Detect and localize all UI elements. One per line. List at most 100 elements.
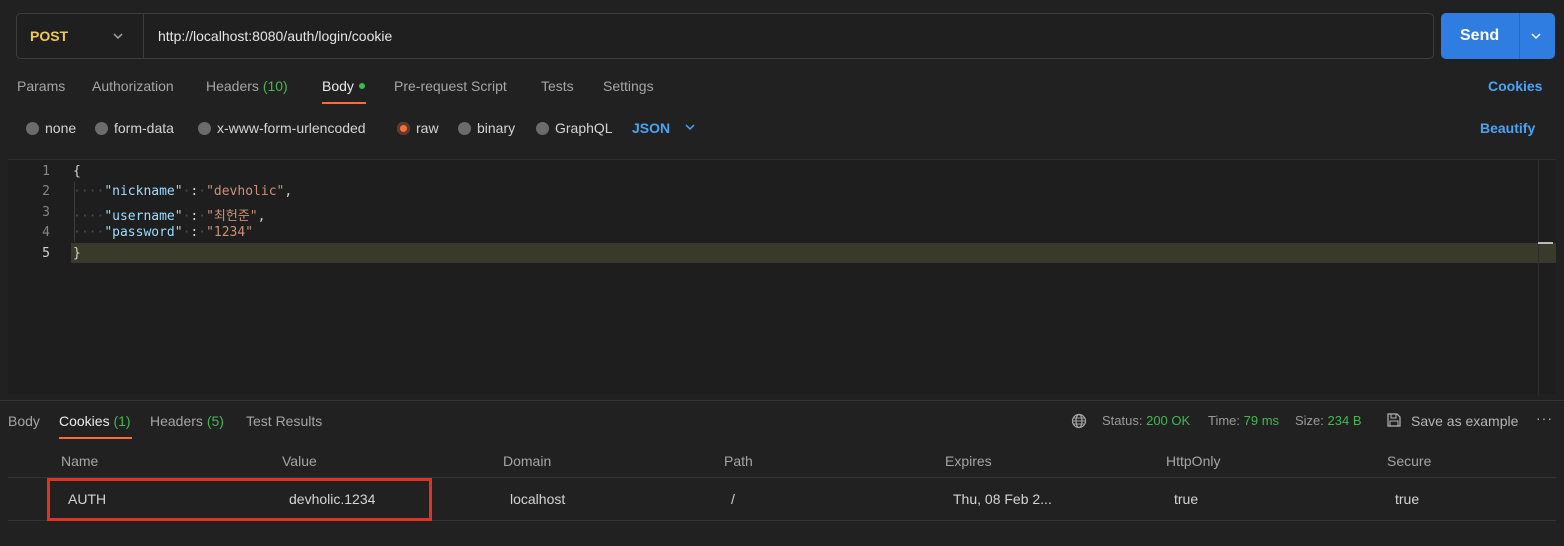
scrollbar-marker xyxy=(1538,242,1553,244)
code-line: ····"username"·:·"최헌준", xyxy=(73,209,266,224)
radio-form-data-label: form-data xyxy=(114,120,174,136)
radio-none[interactable]: none xyxy=(26,120,76,136)
save-as-example-button[interactable]: Save as example xyxy=(1411,413,1518,429)
radio-urlencoded[interactable]: x-www-form-urlencoded xyxy=(198,120,366,136)
tab-authorization[interactable]: Authorization xyxy=(92,78,174,94)
radio-urlencoded-label: x-www-form-urlencoded xyxy=(217,120,366,136)
method-select[interactable]: POST xyxy=(17,14,144,58)
json-key: "password" xyxy=(104,225,183,240)
method-label: POST xyxy=(30,28,69,44)
radio-selected-icon xyxy=(397,121,410,135)
size-value: 234 B xyxy=(1327,413,1362,428)
json-value: "1234" xyxy=(206,225,254,240)
status-value: 200 OK xyxy=(1146,413,1191,428)
json-key: "username" xyxy=(104,209,183,224)
response-tab-test-results[interactable]: Test Results xyxy=(246,413,322,429)
response-tab-headers-label: Headers xyxy=(150,413,203,429)
open-brace: { xyxy=(73,164,81,179)
status-info[interactable]: Status: 200 OK xyxy=(1102,413,1190,428)
tab-headers-count: (10) xyxy=(262,78,288,94)
radio-circle-icon xyxy=(95,121,108,135)
line-number: 1 xyxy=(42,164,50,179)
more-options-icon[interactable]: ··· xyxy=(1536,410,1553,426)
time-info[interactable]: Time: 79 ms xyxy=(1208,413,1279,428)
radio-circle-icon xyxy=(458,121,471,135)
json-value: "devholic" xyxy=(206,184,285,199)
response-tab-cookies[interactable]: Cookies (1) xyxy=(59,413,131,429)
json-key: "nickname" xyxy=(104,184,183,199)
code-line: ····"nickname"·:·"devholic", xyxy=(73,184,293,199)
time-label: Time: xyxy=(1208,413,1241,428)
url-input[interactable]: http://localhost:8080/auth/login/cookie xyxy=(158,28,392,44)
radio-circle-icon xyxy=(198,121,211,135)
radio-binary[interactable]: binary xyxy=(458,120,515,136)
save-icon[interactable] xyxy=(1386,412,1402,428)
line-number: 3 xyxy=(42,205,50,220)
tab-body-label: Body xyxy=(322,78,354,94)
line-number: 4 xyxy=(42,225,50,240)
chevron-down-icon xyxy=(113,33,123,40)
close-brace: } xyxy=(73,246,81,261)
column-header-name: Name xyxy=(61,453,99,469)
tab-params[interactable]: Params xyxy=(17,78,65,94)
cookie-httponly-cell: true xyxy=(1174,491,1199,507)
response-tab-headers[interactable]: Headers (5) xyxy=(150,413,224,429)
json-comma: , xyxy=(284,184,293,199)
radio-none-label: none xyxy=(45,120,77,136)
radio-raw[interactable]: raw xyxy=(397,120,439,136)
response-tab-cookies-label: Cookies xyxy=(59,413,110,429)
send-button[interactable]: Send xyxy=(1441,13,1555,59)
response-tab-body[interactable]: Body xyxy=(8,413,40,429)
line-number: 2 xyxy=(42,184,50,199)
column-header-path: Path xyxy=(724,453,753,469)
radio-graphql-label: GraphQL xyxy=(555,120,613,136)
current-line-highlight xyxy=(71,243,1556,263)
line-number: 5 xyxy=(42,246,50,261)
cookies-link[interactable]: Cookies xyxy=(1488,78,1542,94)
annotation-highlight-box xyxy=(47,478,432,521)
status-label: Status: xyxy=(1102,413,1143,428)
cookie-secure-cell: true xyxy=(1395,491,1420,507)
column-header-httponly: HttpOnly xyxy=(1166,453,1221,469)
tab-body[interactable]: Body xyxy=(322,78,365,94)
format-select[interactable]: JSON xyxy=(632,120,670,136)
code-line: ····"password"·:·"1234" xyxy=(73,225,254,240)
request-url-bar: POST http://localhost:8080/auth/login/co… xyxy=(16,13,1434,59)
pane-divider[interactable] xyxy=(0,400,1564,401)
column-header-domain: Domain xyxy=(503,453,552,469)
json-value: "최헌준" xyxy=(206,209,258,224)
response-tab-cookies-count: (1) xyxy=(113,413,131,429)
body-editor[interactable]: 1 2 3 4 5 { ····"nickname"·:·"devholic",… xyxy=(8,159,1556,395)
tab-tests[interactable]: Tests xyxy=(541,78,574,94)
radio-raw-label: raw xyxy=(416,120,439,136)
tab-settings[interactable]: Settings xyxy=(603,78,654,94)
code-line: } xyxy=(73,246,81,261)
globe-icon[interactable] xyxy=(1071,413,1087,429)
radio-form-data[interactable]: form-data xyxy=(95,120,174,136)
active-tab-indicator xyxy=(322,102,366,104)
column-header-secure: Secure xyxy=(1387,453,1432,469)
send-label: Send xyxy=(1460,27,1500,44)
radio-circle-icon xyxy=(536,121,549,135)
size-info[interactable]: Size: 234 B xyxy=(1295,413,1362,428)
radio-graphql[interactable]: GraphQL xyxy=(536,120,613,136)
active-tab-indicator xyxy=(59,437,132,439)
tab-headers-label: Headers xyxy=(206,78,259,94)
column-header-expires: Expires xyxy=(945,453,992,469)
chevron-down-icon[interactable] xyxy=(1530,30,1542,42)
time-value: 79 ms xyxy=(1243,413,1280,428)
response-tab-headers-count: (5) xyxy=(206,413,224,429)
code-line: { xyxy=(73,164,81,179)
radio-binary-label: binary xyxy=(477,120,516,136)
cookie-expires-cell: Thu, 08 Feb 2... xyxy=(953,491,1052,507)
chevron-down-icon[interactable] xyxy=(684,121,696,133)
json-comma: , xyxy=(257,209,266,224)
cookie-domain-cell: localhost xyxy=(510,491,566,507)
tab-pre-request-script[interactable]: Pre-request Script xyxy=(394,78,507,94)
tab-headers[interactable]: Headers (10) xyxy=(206,78,288,94)
radio-circle-icon xyxy=(26,121,39,135)
size-label: Size: xyxy=(1295,413,1324,428)
column-header-value: Value xyxy=(282,453,317,469)
beautify-button[interactable]: Beautify xyxy=(1480,120,1535,136)
editor-scrollbar[interactable] xyxy=(1538,160,1539,395)
